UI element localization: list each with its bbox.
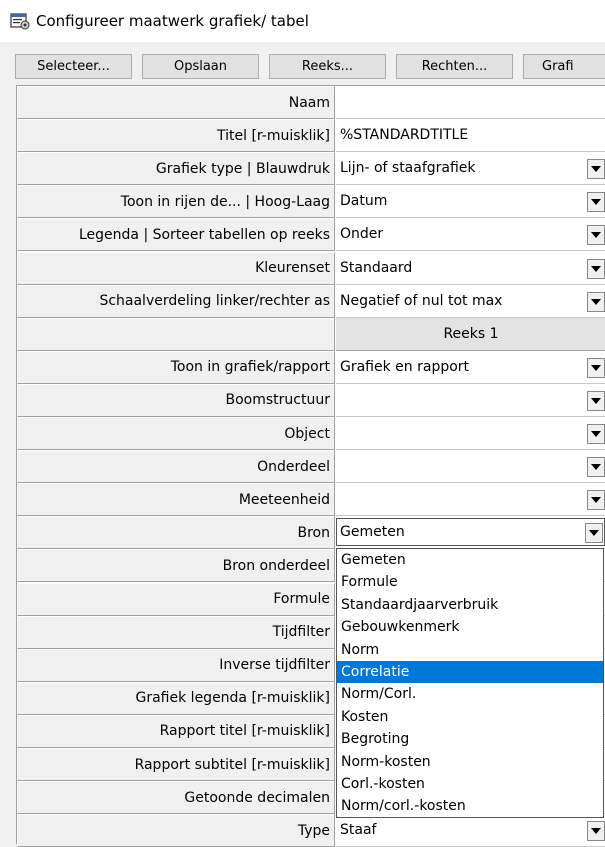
dropdown-option[interactable]: Begroting	[337, 728, 603, 750]
property-row: Bron Gemeten	[17, 516, 605, 550]
property-row: Grafiek type | Blauwdruk Lijn- of staafgr…	[17, 152, 605, 186]
property-value-text: Negatief of nul tot max	[340, 292, 503, 309]
property-row: Object	[17, 417, 605, 450]
property-label: Getoonde decimalen	[17, 781, 335, 815]
property-value[interactable]: Negatief of nul tot max	[336, 284, 605, 318]
select-button[interactable]: Selecteer...	[15, 54, 132, 79]
property-label: Type	[17, 814, 335, 847]
property-value[interactable]: %STANDARDTITLE	[336, 119, 605, 153]
property-value[interactable]: Datum	[336, 185, 605, 219]
toolbar: Selecteer... Opslaan Reeks... Rechten...…	[0, 48, 605, 84]
permissions-button[interactable]: Rechten...	[396, 54, 513, 79]
property-row: Kleurenset Standaard	[17, 251, 605, 285]
dropdown-option[interactable]: Correlatie	[337, 660, 603, 684]
property-label: Rapport titel [r-muisklik]	[17, 714, 335, 748]
property-label: Toon in grafiek/rapport	[17, 350, 335, 384]
bron-combobox-value: Gemeten	[340, 524, 405, 541]
dropdown-option[interactable]: Kosten	[337, 706, 603, 728]
property-value[interactable]	[336, 383, 605, 417]
property-label	[17, 317, 335, 351]
property-value-text: Staaf	[340, 822, 377, 839]
title-bar: Configureer maatwerk grafiek/ tabel	[0, 0, 605, 42]
chevron-down-icon[interactable]	[587, 225, 605, 246]
chevron-down-icon[interactable]	[587, 457, 605, 478]
property-label: Tijdfilter	[17, 615, 335, 649]
property-value[interactable]	[336, 483, 605, 517]
chevron-down-icon[interactable]	[587, 424, 605, 444]
series-button[interactable]: Reeks...	[269, 54, 386, 79]
property-label: Inverse tijdfilter	[17, 648, 335, 682]
property-label: Kleurenset	[17, 251, 335, 285]
property-label: Naam	[17, 86, 335, 119]
property-row: Reeks 1	[17, 317, 605, 351]
section-title: Reeks 1	[443, 325, 499, 342]
property-value-text: Lijn- of staafgrafiek	[340, 160, 476, 177]
property-value[interactable]: Standaard	[336, 251, 605, 285]
property-label: Bron onderdeel	[17, 549, 335, 583]
property-label: Onderdeel	[17, 450, 335, 484]
property-row: Naam	[17, 86, 605, 119]
property-label: Meeteenheid	[17, 483, 335, 517]
property-row: Onderdeel	[17, 450, 605, 484]
chevron-down-icon[interactable]	[587, 291, 605, 312]
chevron-down-icon[interactable]	[587, 159, 605, 180]
dropdown-option[interactable]: Gemeten	[337, 549, 603, 571]
property-value[interactable]	[336, 417, 605, 450]
property-row: Type Staaf	[17, 814, 605, 847]
dropdown-option[interactable]: Norm/corl.-kosten	[337, 795, 603, 817]
property-label: Toon in rijen de... | Hoog-Laag	[17, 185, 335, 219]
dropdown-option[interactable]: Corl.-kosten	[337, 773, 603, 795]
property-label: Rapport subtitel [r-muisklik]	[17, 748, 335, 781]
save-button[interactable]: Opslaan	[142, 54, 259, 79]
property-value-text: Standaard	[340, 259, 413, 276]
property-row: Schaalverdeling linker/rechter as Negatie…	[17, 284, 605, 318]
chevron-down-icon[interactable]	[587, 390, 605, 411]
property-value-text: %STANDARDTITLE	[340, 127, 469, 144]
property-value-text: Grafiek en rapport	[340, 358, 470, 375]
property-value[interactable]: Staaf	[336, 814, 605, 847]
dropdown-option[interactable]: Norm/Corl.	[337, 683, 603, 705]
property-value[interactable]	[336, 450, 605, 484]
chevron-down-icon[interactable]	[587, 192, 605, 213]
dropdown-option[interactable]: Gebouwkenmerk	[337, 616, 603, 638]
property-label: Schaalverdeling linker/rechter as	[17, 284, 335, 318]
property-value-text: Onder	[340, 226, 384, 243]
property-row: Legenda | Sorteer tabellen op reeks Onder	[17, 218, 605, 252]
dropdown-option[interactable]: Standaardjaarverbruik	[337, 594, 603, 616]
window-title: Configureer maatwerk grafiek/ tabel	[36, 12, 309, 30]
chevron-down-icon[interactable]	[587, 357, 605, 378]
property-value[interactable]: Lijn- of staafgrafiek	[336, 152, 605, 186]
property-label: Object	[17, 417, 335, 450]
property-value[interactable]: Onder	[336, 218, 605, 252]
chevron-down-icon[interactable]	[585, 523, 603, 544]
settings-window-icon	[10, 13, 30, 30]
bron-dropdown-list[interactable]: Gemeten Formule Standaardjaarverbruik Gebou…	[336, 548, 604, 818]
property-row: Boomstructuur	[17, 383, 605, 417]
property-row: Titel [r-muisklik] %STANDARDTITLE	[17, 119, 605, 153]
property-label: Bron	[17, 516, 335, 550]
property-row: Meeteenheid	[17, 483, 605, 517]
property-label: Grafiek legenda [r-muisklik]	[17, 681, 335, 715]
property-value[interactable]: Grafiek en rapport	[336, 350, 605, 384]
dropdown-option[interactable]: Norm-kosten	[337, 751, 603, 773]
property-row: Toon in rijen de... | Hoog-Laag Datum	[17, 185, 605, 219]
chevron-down-icon[interactable]	[587, 490, 605, 511]
property-value[interactable]	[336, 86, 605, 119]
chevron-down-icon[interactable]	[587, 821, 605, 842]
property-label: Titel [r-muisklik]	[17, 119, 335, 153]
section-header: Reeks 1	[336, 317, 605, 351]
property-row: Toon in grafiek/rapport Grafiek en rappor…	[17, 350, 605, 384]
dropdown-option[interactable]: Norm	[337, 639, 603, 661]
chart-button[interactable]: Grafi	[523, 54, 605, 79]
property-label: Legenda | Sorteer tabellen op reeks	[17, 218, 335, 252]
property-value-text: Datum	[340, 193, 388, 210]
bron-combobox[interactable]: Gemeten	[336, 518, 605, 547]
property-label: Boomstructuur	[17, 383, 335, 417]
chevron-down-icon[interactable]	[587, 258, 605, 279]
property-label: Formule	[17, 582, 335, 616]
dropdown-option[interactable]: Formule	[337, 571, 603, 593]
property-label: Grafiek type | Blauwdruk	[17, 152, 335, 186]
